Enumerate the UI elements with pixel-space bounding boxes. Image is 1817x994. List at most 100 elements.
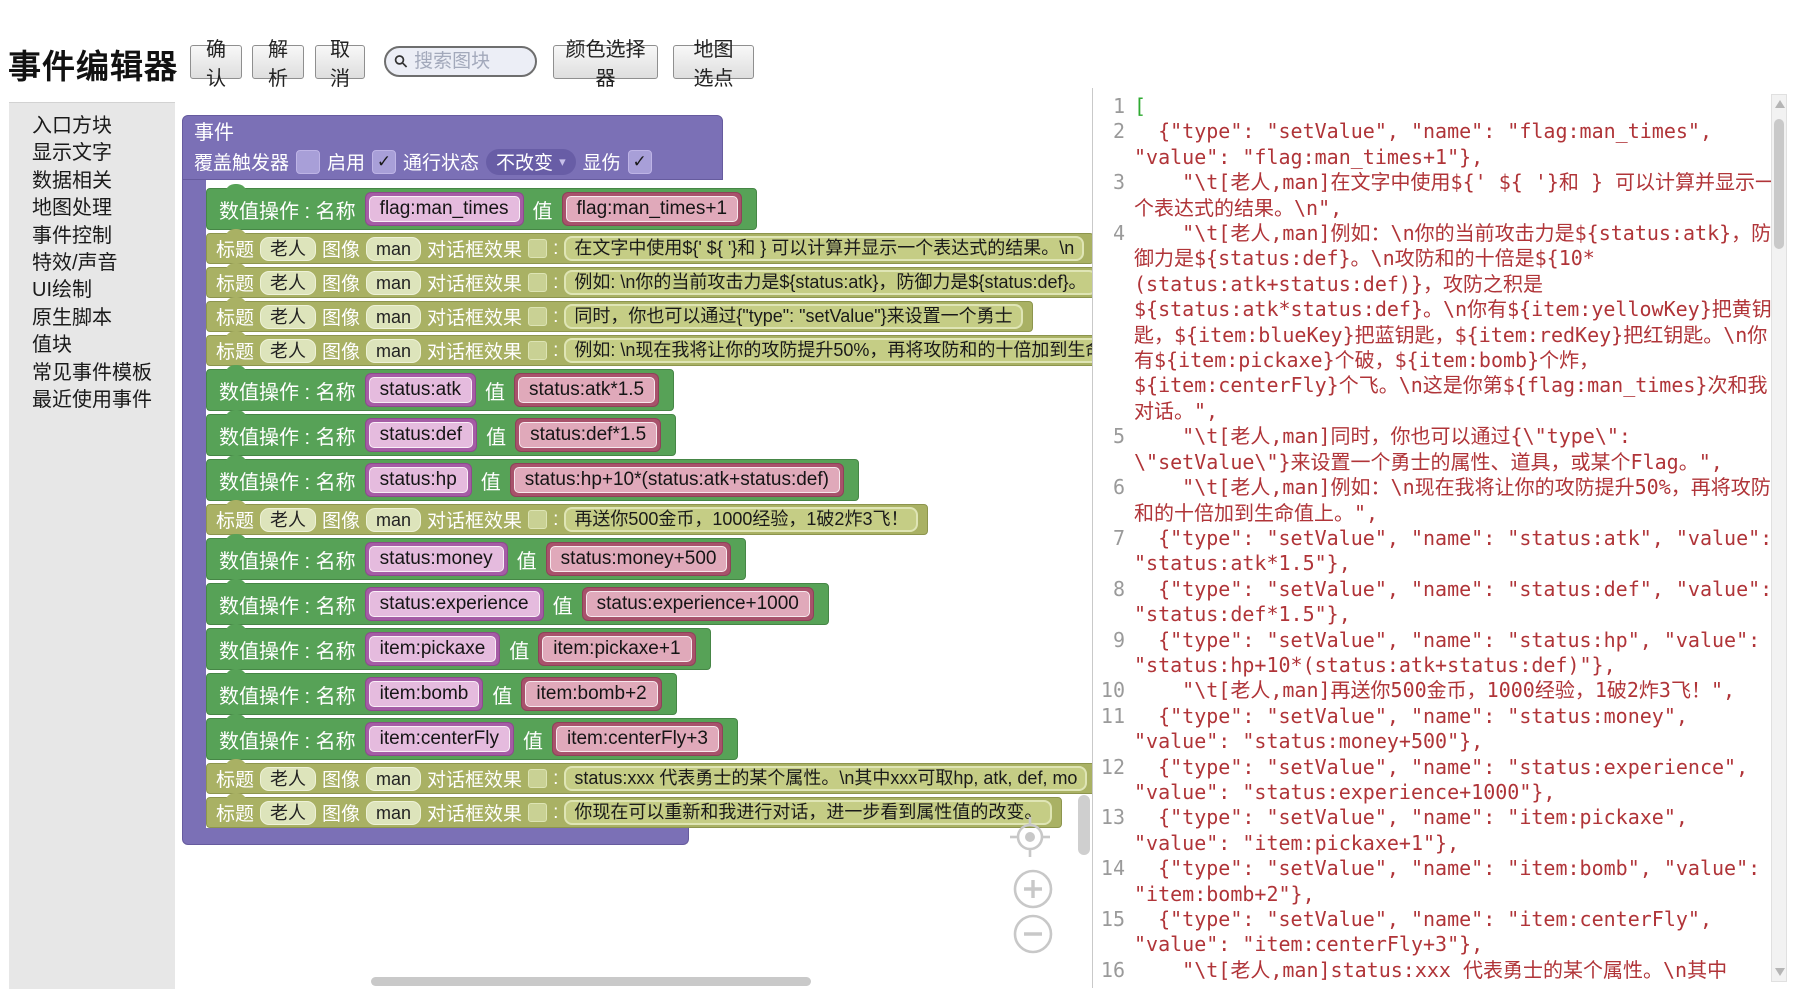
- block-set-value[interactable]: 数值操作 : 名称 item:centerFly 值 item:centerFl…: [206, 718, 738, 760]
- block-set-value[interactable]: 数值操作 : 名称 flag:man_times 值 flag:man_time…: [206, 188, 757, 230]
- speaker-field[interactable]: 老人: [260, 339, 316, 363]
- line-text[interactable]: "\t[老人,man]同时，你也可以通过{\"type\": \"setValu…: [1134, 424, 1782, 475]
- block-dialog-text[interactable]: 标题 老人 图像 man 对话框效果 : 例如: \n现在我将让你的攻防提升50…: [206, 335, 1092, 366]
- dialog-effect-checkbox[interactable]: [528, 510, 547, 529]
- dialog-text-field[interactable]: 例如: \n你的当前攻击力是${status:atk}，防御力是${status…: [564, 270, 1092, 295]
- block-set-value[interactable]: 数值操作 : 名称 status:money 值 status:money+50…: [206, 538, 746, 580]
- search-input[interactable]: [412, 50, 527, 74]
- enable-checkbox[interactable]: ✓: [372, 150, 396, 174]
- code-editor-scrollbar[interactable]: [1771, 94, 1787, 982]
- image-field[interactable]: man: [366, 271, 421, 295]
- color-picker-button[interactable]: 颜色选择器: [553, 45, 658, 79]
- value-field[interactable]: item:centerFly+3: [552, 722, 723, 756]
- dialog-effect-checkbox[interactable]: [528, 769, 547, 788]
- dialog-effect-checkbox[interactable]: [528, 273, 547, 292]
- name-field[interactable]: status:money: [365, 542, 508, 576]
- name-field[interactable]: item:centerFly: [365, 722, 514, 756]
- name-field[interactable]: status:def: [365, 418, 477, 452]
- value-field[interactable]: item:pickaxe+1: [538, 632, 695, 666]
- line-text[interactable]: {"type": "setValue", "name": "status:atk…: [1134, 526, 1782, 577]
- line-text[interactable]: {"type": "setValue", "name": "item:bomb"…: [1134, 856, 1782, 907]
- sidebar-category-item[interactable]: 值块: [9, 332, 175, 359]
- line-text[interactable]: {"type": "setValue", "name": "item:picka…: [1134, 805, 1782, 856]
- dialog-text-field[interactable]: 再送你500金币，1000经验，1破2炸3飞！: [564, 507, 918, 532]
- value-field[interactable]: status:atk*1.5: [514, 373, 659, 407]
- dialog-text-field[interactable]: 在文字中使用${' ${ '}和 } 可以计算并显示一个表达式的结果。\n: [564, 236, 1084, 261]
- line-text[interactable]: {"type": "setValue", "name": "status:exp…: [1134, 755, 1782, 806]
- zoom-in-icon[interactable]: [1013, 869, 1053, 909]
- line-text[interactable]: {"type": "setValue", "name": "item:cente…: [1134, 907, 1782, 958]
- value-field[interactable]: status:money+500: [546, 542, 732, 576]
- block-set-value[interactable]: 数值操作 : 名称 status:def 值 status:def*1.5: [206, 414, 676, 456]
- block-workspace[interactable]: 事件 覆盖触发器 ✓ 启用 ✓ 通行状态 不改变 ▾ 显伤 ✓ 数值操作 : 名…: [175, 88, 1092, 988]
- search-box[interactable]: [384, 46, 537, 77]
- sidebar-category-item[interactable]: 地图处理: [9, 195, 175, 222]
- dialog-effect-checkbox[interactable]: [528, 341, 547, 360]
- line-text[interactable]: "\t[老人,man]再送你500金币，1000经验，1破2炸3飞！",: [1134, 678, 1782, 703]
- line-text[interactable]: "\t[老人,man]在文字中使用${' ${ '}和 } 可以计算并显示一个表…: [1134, 170, 1782, 221]
- line-text[interactable]: {"type": "setValue", "name": "status:mon…: [1134, 704, 1782, 755]
- name-field[interactable]: item:pickaxe: [365, 632, 501, 666]
- dialog-text-field[interactable]: 你现在可以重新和我进行对话，进一步看到属性值的改变。: [564, 800, 1052, 825]
- block-dialog-text[interactable]: 标题 老人 图像 man 对话框效果 : 例如: \n你的当前攻击力是${sta…: [206, 267, 1092, 298]
- pass-status-dropdown[interactable]: 不改变 ▾: [486, 149, 576, 175]
- value-field[interactable]: flag:man_times+1: [562, 192, 743, 226]
- block-set-value[interactable]: 数值操作 : 名称 item:pickaxe 值 item:pickaxe+1: [206, 628, 711, 670]
- block-dialog-text[interactable]: 标题 老人 图像 man 对话框效果 : 同时，你也可以通过{"type": "…: [206, 301, 1033, 332]
- sidebar-category-item[interactable]: UI绘制: [9, 277, 175, 304]
- code-editor-scrollbar-thumb[interactable]: [1774, 119, 1784, 249]
- name-field[interactable]: status:experience: [365, 587, 544, 621]
- name-field[interactable]: status:atk: [365, 373, 476, 407]
- line-text[interactable]: "\t[老人,man]例如：\n你的当前攻击力是${status:atk}，防御…: [1134, 221, 1782, 424]
- workspace-horizontal-scrollbar[interactable]: [371, 977, 811, 986]
- line-text[interactable]: {"type": "setValue", "name": "status:hp"…: [1134, 628, 1782, 679]
- scroll-up-icon[interactable]: [1775, 100, 1785, 108]
- image-field[interactable]: man: [366, 237, 421, 261]
- trigger-checkbox[interactable]: ✓: [296, 150, 320, 174]
- image-field[interactable]: man: [366, 767, 421, 791]
- code-editor[interactable]: 1 [ 2 {"type": "setValue", "name": "flag…: [1093, 88, 1783, 994]
- cancel-button[interactable]: 取消: [315, 45, 365, 79]
- map-point-button[interactable]: 地图选点: [673, 45, 754, 79]
- dialog-text-field[interactable]: status:xxx 代表勇士的某个属性。\n其中xxx可取hp, atk, d…: [564, 766, 1087, 791]
- block-dialog-text[interactable]: 标题 老人 图像 man 对话框效果 : 你现在可以重新和我进行对话，进一步看到…: [206, 797, 1062, 828]
- block-set-value[interactable]: 数值操作 : 名称 status:hp 值 status:hp+10*(stat…: [206, 459, 859, 501]
- block-dialog-text[interactable]: 标题 老人 图像 man 对话框效果 : 再送你500金币，1000经验，1破2…: [206, 504, 928, 535]
- speaker-field[interactable]: 老人: [260, 801, 316, 825]
- sidebar-category-item[interactable]: 最近使用事件: [9, 387, 175, 414]
- sidebar-category-item[interactable]: 特效/声音: [9, 250, 175, 277]
- speaker-field[interactable]: 老人: [260, 767, 316, 791]
- value-field[interactable]: status:hp+10*(status:atk+status:def): [510, 463, 844, 497]
- block-dialog-text[interactable]: 标题 老人 图像 man 对话框效果 : status:xxx 代表勇士的某个属…: [206, 763, 1092, 794]
- value-field[interactable]: status:experience+1000: [582, 587, 814, 621]
- name-field[interactable]: status:hp: [365, 463, 472, 497]
- speaker-field[interactable]: 老人: [260, 305, 316, 329]
- sidebar-category-item[interactable]: 显示文字: [9, 140, 175, 167]
- block-set-value[interactable]: 数值操作 : 名称 status:experience 值 status:exp…: [206, 583, 829, 625]
- image-field[interactable]: man: [366, 339, 421, 363]
- center-view-icon[interactable]: [1008, 815, 1052, 859]
- sidebar-category-item[interactable]: 常见事件模板: [9, 360, 175, 387]
- event-block[interactable]: 事件 覆盖触发器 ✓ 启用 ✓ 通行状态 不改变 ▾ 显伤 ✓ 数值操作 : 名…: [182, 115, 1092, 845]
- line-text[interactable]: "\t[老人,man]例如：\n现在我将让你的攻防提升50%，再将攻防和的十倍加…: [1134, 475, 1782, 526]
- name-field[interactable]: flag:man_times: [365, 192, 524, 226]
- block-set-value[interactable]: 数值操作 : 名称 status:atk 值 status:atk*1.5: [206, 369, 674, 411]
- sidebar-category-item[interactable]: 入口方块: [9, 113, 175, 140]
- confirm-button[interactable]: 确认: [190, 45, 242, 79]
- block-set-value[interactable]: 数值操作 : 名称 item:bomb 值 item:bomb+2: [206, 673, 677, 715]
- sidebar-category-item[interactable]: 事件控制: [9, 223, 175, 250]
- image-field[interactable]: man: [366, 305, 421, 329]
- parse-button[interactable]: 解析: [252, 45, 304, 79]
- event-block-header[interactable]: 事件 覆盖触发器 ✓ 启用 ✓ 通行状态 不改变 ▾ 显伤 ✓: [182, 115, 723, 180]
- value-field[interactable]: item:bomb+2: [521, 677, 661, 711]
- name-field[interactable]: item:bomb: [365, 677, 484, 711]
- image-field[interactable]: man: [366, 508, 421, 532]
- dialog-effect-checkbox[interactable]: [528, 239, 547, 258]
- zoom-out-icon[interactable]: [1013, 914, 1053, 954]
- image-field[interactable]: man: [366, 801, 421, 825]
- dialog-effect-checkbox[interactable]: [528, 803, 547, 822]
- damage-checkbox[interactable]: ✓: [628, 150, 652, 174]
- scroll-down-icon[interactable]: [1775, 968, 1785, 976]
- line-text[interactable]: "\t[老人,man]status:xxx 代表勇士的某个属性。\n其中: [1134, 958, 1782, 983]
- line-text[interactable]: {"type": "setValue", "name": "flag:man_t…: [1134, 119, 1782, 170]
